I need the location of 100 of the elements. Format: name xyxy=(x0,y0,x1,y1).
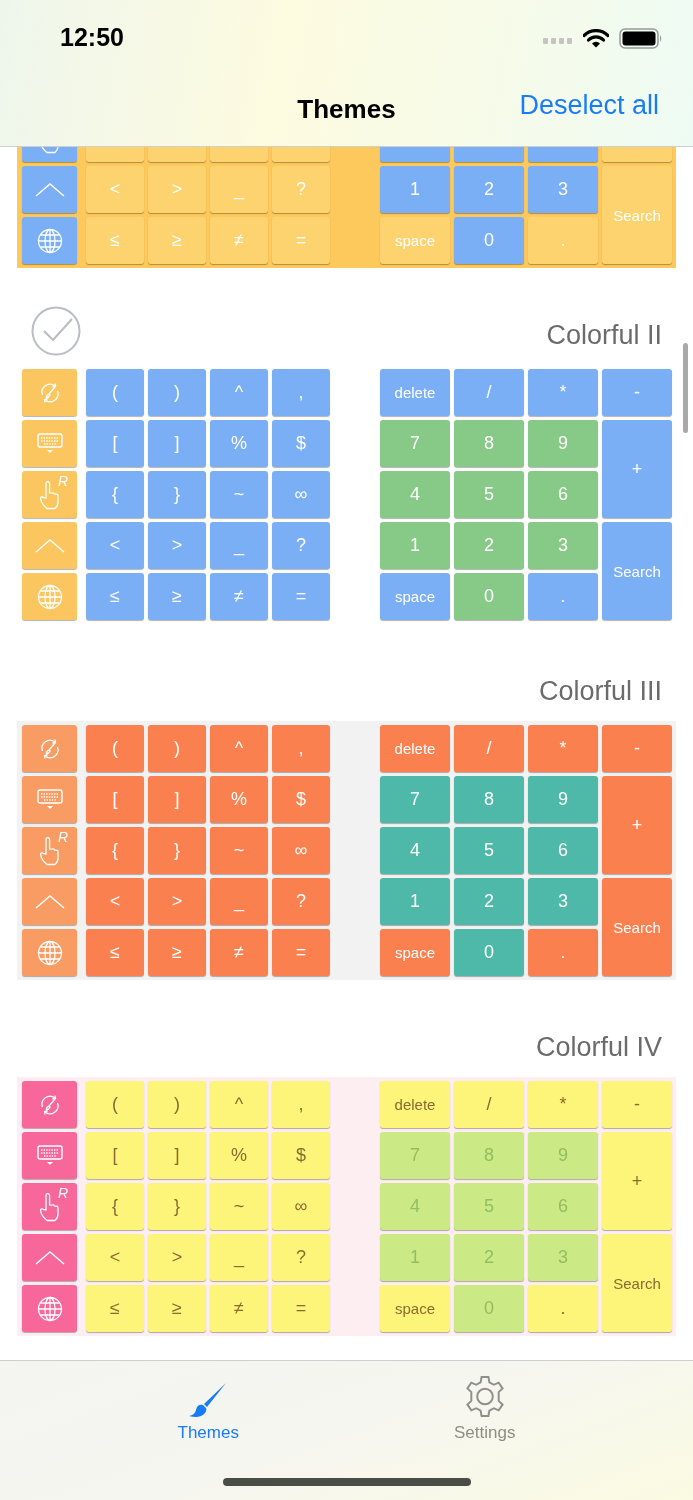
keyboard-key: / xyxy=(454,369,524,416)
keyboard-key: space xyxy=(380,573,450,620)
keyboard-key: } xyxy=(148,1183,206,1230)
key-label: R xyxy=(57,1185,68,1201)
keyboard-key: ] xyxy=(148,1132,206,1179)
keyboard-key: = xyxy=(272,573,330,620)
keyboard-key: $ xyxy=(272,420,330,467)
keyboard-key: 3 xyxy=(528,1234,598,1281)
keyboard-key: delete xyxy=(380,1081,450,1128)
keyboard-key: $ xyxy=(272,776,330,823)
keyboard-key: - xyxy=(602,1081,672,1128)
chevron-up-icon xyxy=(34,538,65,553)
keyboard-key: ≥ xyxy=(148,573,206,620)
keyboard-key: { xyxy=(86,827,144,874)
keyboard-key: * xyxy=(528,1081,598,1128)
keyboard-key: ∞ xyxy=(272,827,330,874)
keyboard-key: 4 xyxy=(380,1183,450,1230)
keyboard-key: [ xyxy=(86,1132,144,1179)
battery-icon xyxy=(619,27,663,49)
keyboard-key: ] xyxy=(148,420,206,467)
keyboard-key: Search xyxy=(602,166,672,264)
keyboard-key: _ xyxy=(210,166,268,213)
keyboard-key: 2 xyxy=(454,878,524,925)
tab-bar-item[interactable]: Themes xyxy=(177,1375,239,1443)
keyboard-key: 9 xyxy=(528,1132,598,1179)
keyboard-key: ? xyxy=(272,878,330,925)
keyboard-key: ^ xyxy=(210,1081,268,1128)
keyboard-key: 1 xyxy=(380,878,450,925)
keyboard-key: ^ xyxy=(210,725,268,772)
keyboard-key: 4 xyxy=(380,827,450,874)
keyboard-key: 4 xyxy=(380,471,450,518)
keyboard-preview[interactable]: < > _ ? ≤ ≥ ≠ = 1 2 3 Search space 0 . xyxy=(17,147,676,268)
keyboard-key: / xyxy=(454,725,524,772)
keyboard-key: 0 xyxy=(454,1285,524,1332)
keyboard-key: _ xyxy=(210,522,268,569)
deselect-all-button[interactable]: Deselect all xyxy=(519,90,659,121)
keyboard-key: < xyxy=(86,878,144,925)
keyboard-key: ( xyxy=(86,369,144,416)
keyboard-key: < xyxy=(86,1234,144,1281)
keyboard-key: + xyxy=(602,420,672,518)
keyboard-key: ) xyxy=(148,369,206,416)
tab-bar-item[interactable]: Settings xyxy=(454,1375,516,1443)
keyboard-key: 2 xyxy=(454,522,524,569)
keyboard-key: ≥ xyxy=(148,217,206,264)
keyboard-key: ∞ xyxy=(272,471,330,518)
keyboard-key: 7 xyxy=(380,420,450,467)
chevron-up-icon xyxy=(34,894,65,909)
keyboard-key: } xyxy=(148,471,206,518)
keyboard-key: ? xyxy=(272,166,330,213)
checkmark-circle-icon[interactable] xyxy=(31,306,81,356)
keyboard-key: ~ xyxy=(210,1183,268,1230)
keyboard-key: _ xyxy=(210,1234,268,1281)
theme-name: Colorful III xyxy=(538,675,662,707)
keyboard-key: ≤ xyxy=(86,573,144,620)
theme-name: Colorful II xyxy=(546,319,662,351)
keyboard-preview[interactable]: R ( ) ^ , [ ] % $ { } ~ ∞ < > _ ? ≤ ≥ ≠ = delete / * - 7 8 9 + 4 5 6 1 2 3 Search space 0 . xyxy=(17,721,676,980)
keyboard-key: [ xyxy=(86,776,144,823)
keyboard-key: * xyxy=(528,369,598,416)
keyboard-key: ∞ xyxy=(272,1183,330,1230)
keyboard-key: 3 xyxy=(528,166,598,213)
keyboard-key: 8 xyxy=(454,776,524,823)
keyboard-key: < xyxy=(86,166,144,213)
keyboard-key: < xyxy=(86,522,144,569)
keyboard-key: > xyxy=(148,166,206,213)
keyboard-key: ^ xyxy=(210,369,268,416)
keyboard-key: = xyxy=(272,217,330,264)
keyboard-preview[interactable]: R ( ) ^ , [ ] % $ { } ~ ∞ < > _ ? ≤ ≥ ≠ = delete / * - 7 8 9 + 4 5 6 1 2 3 Search space 0 . xyxy=(17,1077,676,1336)
keyboard-key: ≤ xyxy=(86,1285,144,1332)
keyboard-icon xyxy=(36,788,63,811)
keyboard-key: % xyxy=(210,1132,268,1179)
keyboard-key: } xyxy=(148,827,206,874)
keyboard-key: 8 xyxy=(454,420,524,467)
chevron-up-icon xyxy=(34,182,65,197)
keyboard-key: 6 xyxy=(528,471,598,518)
keyboard-key: = xyxy=(272,1285,330,1332)
keyboard-key: space xyxy=(380,217,450,264)
keyboard-key: ? xyxy=(272,522,330,569)
keyboard-key: 2 xyxy=(454,1234,524,1281)
globe-icon xyxy=(36,1295,63,1322)
keyboard-key: * xyxy=(528,725,598,772)
keyboard-key: , xyxy=(272,725,330,772)
keyboard-key: ≥ xyxy=(148,1285,206,1332)
keyboard-key: 5 xyxy=(454,1183,524,1230)
keyboard-key: = xyxy=(272,929,330,976)
keyboard-key: - xyxy=(602,369,672,416)
keyboard-key: 6 xyxy=(528,1183,598,1230)
keyboard-key: Search xyxy=(602,878,672,976)
keyboard-key: [ xyxy=(86,420,144,467)
keyboard-key: ~ xyxy=(210,471,268,518)
keyboard-key: ) xyxy=(148,1081,206,1128)
keyboard-key: 6 xyxy=(528,827,598,874)
keyboard-key: 0 xyxy=(454,217,524,264)
theme-name: Colorful IV xyxy=(535,1031,662,1063)
keyboard-key: 0 xyxy=(454,929,524,976)
keyboard-icon xyxy=(36,432,63,455)
keyboard-key: + xyxy=(602,776,672,874)
keyboard-key: ≤ xyxy=(86,217,144,264)
keyboard-key: . xyxy=(528,573,598,620)
keyboard-key: . xyxy=(528,929,598,976)
keyboard-key: ? xyxy=(272,1234,330,1281)
